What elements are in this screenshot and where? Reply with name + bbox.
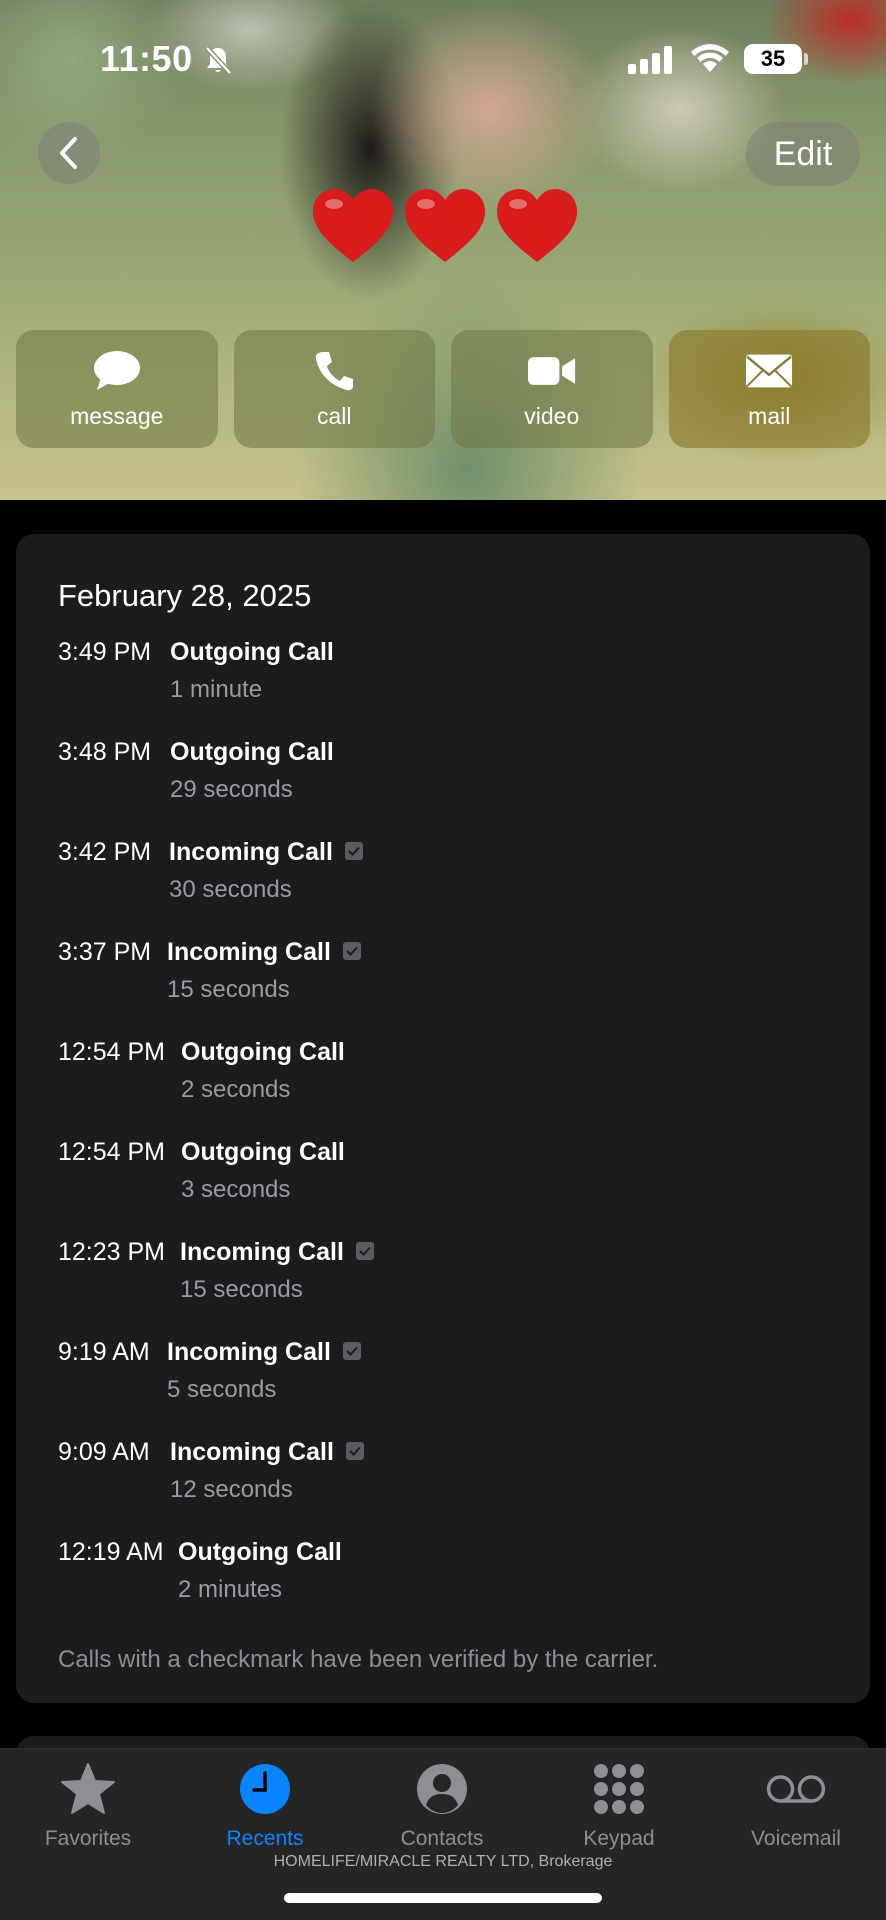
call-row: 9:19 AM Incoming Call 5 seconds: [58, 1338, 838, 1438]
call-type: Outgoing Call: [170, 738, 334, 766]
call-type: Incoming Call: [170, 1438, 334, 1466]
wifi-icon: [691, 44, 729, 72]
heart-icon: [405, 189, 485, 262]
call-time: 12:54 PM: [58, 1038, 166, 1066]
call-button[interactable]: call: [233, 330, 435, 448]
tab-bar: Favorites Recents Contacts Keypad Voicem…: [0, 1748, 886, 1920]
call-duration: 15 seconds: [167, 976, 290, 1003]
call-duration: 1 minute: [170, 676, 263, 703]
call-row: 3:42 PM Incoming Call 30 seconds: [58, 838, 838, 938]
battery-icon: 35: [744, 44, 802, 74]
edit-button[interactable]: Edit: [746, 122, 860, 186]
chevron-left-icon: [60, 137, 77, 169]
verification-footnote: Calls with a checkmark have been verifie…: [58, 1646, 659, 1673]
heart-icon: [313, 189, 393, 262]
tab-recents[interactable]: Recents: [185, 1759, 345, 1859]
call-type: Incoming Call: [169, 838, 333, 866]
video-label: video: [524, 402, 580, 429]
call-row: 12:54 PM Outgoing Call 3 seconds: [58, 1138, 838, 1238]
voicemail-icon: [766, 1759, 826, 1819]
call-row: 3:37 PM Incoming Call 15 seconds: [58, 938, 838, 1038]
verified-check-icon: [345, 842, 363, 860]
tab-contacts-label: Contacts: [400, 1827, 484, 1850]
call-row: 9:09 AM Incoming Call 12 seconds: [58, 1438, 838, 1538]
call-row: 12:23 PM Incoming Call 15 seconds: [58, 1238, 838, 1338]
verified-check-icon: [343, 942, 361, 960]
tab-recents-label: Recents: [226, 1827, 304, 1850]
clock-icon: [235, 1759, 295, 1819]
message-label: message: [70, 402, 164, 429]
call-duration: 5 seconds: [167, 1376, 277, 1403]
call-time: 12:23 PM: [58, 1238, 166, 1266]
call-history-card: February 28, 2025 3:49 PM Outgoing Call …: [16, 534, 870, 1703]
mail-button[interactable]: mail: [668, 330, 870, 448]
call-date: February 28, 2025: [58, 578, 312, 613]
call-time: 3:49 PM: [58, 638, 152, 666]
tab-contacts[interactable]: Contacts: [362, 1759, 522, 1859]
call-duration: 2 minutes: [178, 1576, 283, 1603]
mail-label: mail: [748, 402, 791, 429]
verified-check-icon: [346, 1442, 364, 1460]
call-type: Outgoing Call: [170, 638, 334, 666]
contact-name-hearts: [300, 186, 590, 276]
call-row: 12:54 PM Outgoing Call 2 seconds: [58, 1038, 838, 1138]
home-indicator[interactable]: [284, 1893, 602, 1903]
call-duration: 12 seconds: [170, 1476, 293, 1503]
tab-favorites-label: Favorites: [44, 1827, 132, 1850]
call-duration: 3 seconds: [181, 1176, 291, 1203]
tab-voicemail-label: Voicemail: [751, 1827, 841, 1850]
tab-keypad-label: Keypad: [583, 1827, 655, 1850]
contact-header: 11:50 35 Edit message call video mail: [0, 0, 886, 500]
call-time: 3:42 PM: [58, 838, 152, 866]
tab-favorites[interactable]: Favorites: [8, 1759, 168, 1859]
brokerage-watermark: HOMELIFE/MIRACLE REALTY LTD, Brokerage: [273, 1853, 613, 1870]
person-circle-icon: [412, 1759, 472, 1819]
video-button[interactable]: video: [451, 330, 653, 448]
call-type: Incoming Call: [180, 1238, 344, 1266]
status-time: 11:50: [100, 38, 193, 79]
call-type: Outgoing Call: [178, 1538, 342, 1566]
bell-slash-icon: [205, 46, 232, 75]
heart-icon: [497, 189, 577, 262]
signal-icon: [628, 46, 672, 74]
call-duration: 30 seconds: [169, 876, 292, 903]
call-time: 12:54 PM: [58, 1138, 166, 1166]
call-time: 9:19 AM: [58, 1338, 150, 1366]
verified-check-icon: [343, 1342, 361, 1360]
message-button[interactable]: message: [16, 330, 218, 448]
call-row: 12:19 AM Outgoing Call 2 minutes: [58, 1538, 838, 1638]
message-bubble-icon: [93, 349, 141, 393]
back-button[interactable]: [38, 122, 100, 184]
call-row: 3:48 PM Outgoing Call 29 seconds: [58, 738, 838, 838]
tab-voicemail[interactable]: Voicemail: [716, 1759, 876, 1859]
call-time: 3:48 PM: [58, 738, 152, 766]
verified-check-icon: [356, 1242, 374, 1260]
call-type: Outgoing Call: [181, 1038, 345, 1066]
contact-actions: message call video mail: [16, 330, 870, 448]
call-type: Outgoing Call: [181, 1138, 345, 1166]
envelope-icon: [745, 349, 793, 393]
tab-keypad[interactable]: Keypad: [539, 1759, 699, 1859]
keypad-icon: [589, 1759, 649, 1819]
call-type: Incoming Call: [167, 938, 331, 966]
call-duration: 15 seconds: [180, 1276, 303, 1303]
call-time: 3:37 PM: [58, 938, 152, 966]
phone-icon: [310, 349, 358, 393]
call-duration: 2 seconds: [181, 1076, 291, 1103]
call-label: call: [316, 402, 352, 429]
battery-level: 35: [760, 46, 786, 71]
call-type: Incoming Call: [167, 1338, 331, 1366]
battery-nub: [804, 53, 808, 65]
status-bar: 11:50 35: [0, 0, 886, 120]
video-camera-icon: [527, 349, 576, 393]
star-icon: [58, 1759, 118, 1819]
call-duration: 29 seconds: [170, 776, 293, 803]
call-time: 9:09 AM: [58, 1438, 150, 1466]
call-row: 3:49 PM Outgoing Call 1 minute: [58, 638, 838, 738]
call-time: 12:19 AM: [58, 1538, 164, 1566]
